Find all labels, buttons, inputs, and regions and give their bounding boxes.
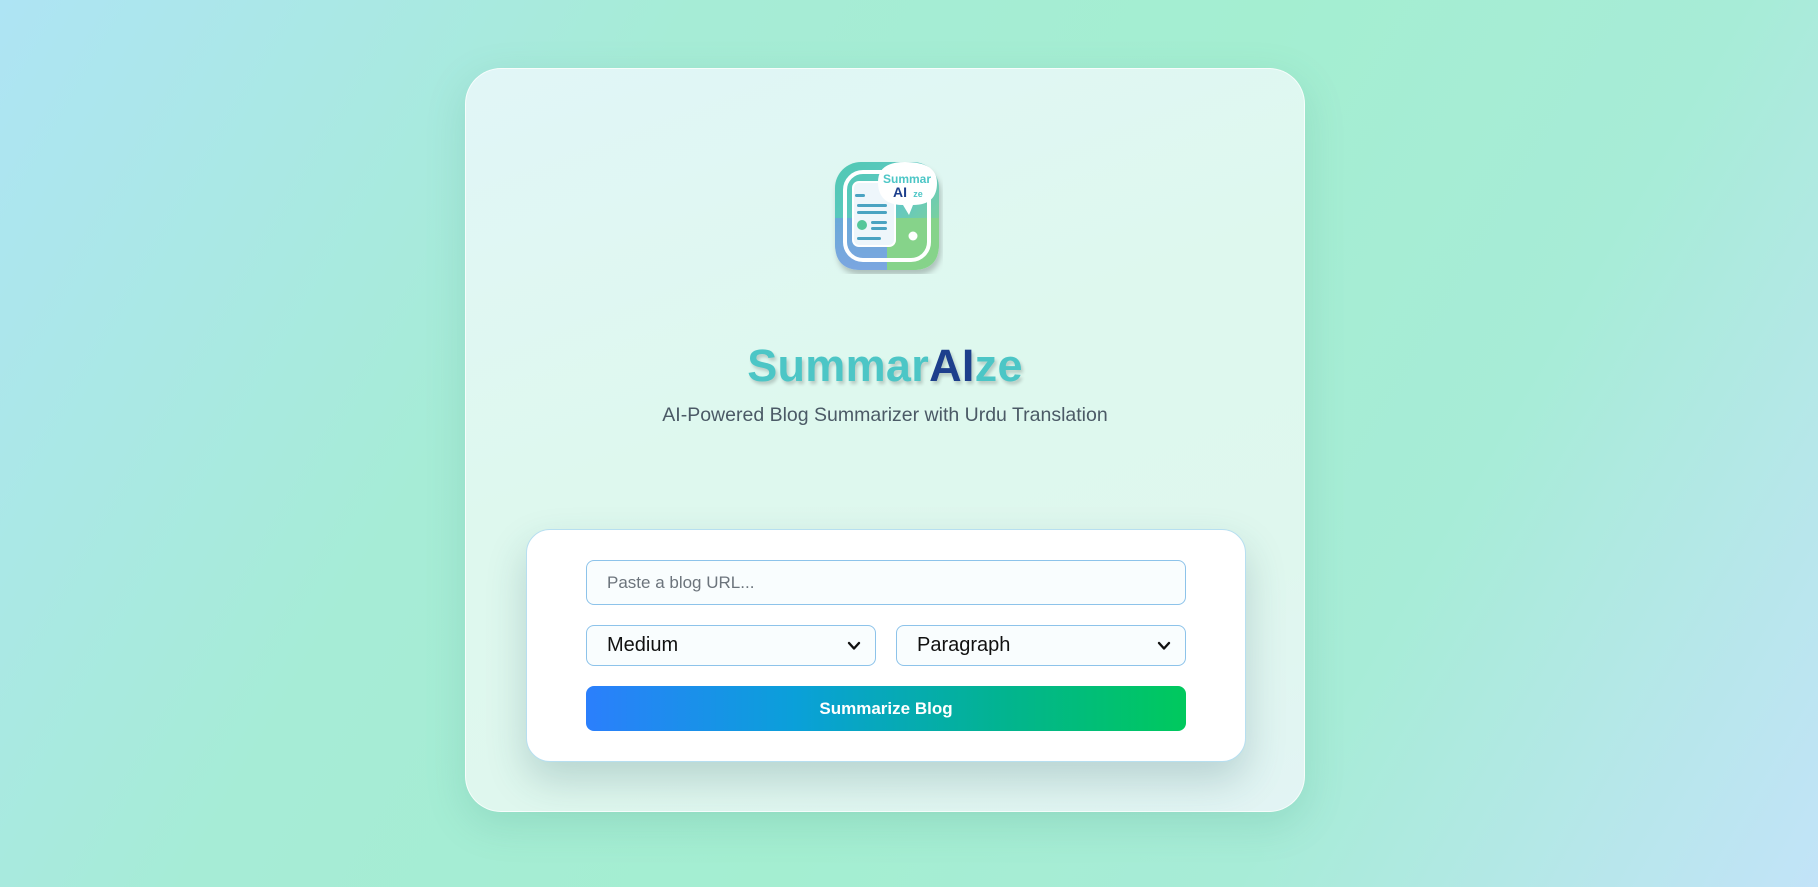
- main-card: Summar AI ze SummarAIze AI-Powered Blog …: [465, 68, 1305, 812]
- title-part-summar: Summar: [747, 340, 930, 391]
- logo-badge-ze: ze: [913, 189, 923, 199]
- app-logo-icon: Summar AI ze: [831, 158, 943, 274]
- chevron-down-icon: [847, 641, 861, 650]
- app-title: SummarAIze: [466, 340, 1304, 392]
- title-part-ai: AI: [929, 340, 975, 391]
- logo-badge-ai: AI: [893, 184, 907, 200]
- summary-length-value: Medium: [607, 634, 679, 656]
- summary-length-select[interactable]: Medium: [586, 625, 876, 666]
- summary-format-select[interactable]: Paragraph: [896, 625, 1186, 666]
- blog-url-input[interactable]: [586, 560, 1186, 605]
- chevron-down-icon: [1157, 641, 1171, 650]
- summarize-blog-button[interactable]: Summarize Blog: [586, 686, 1186, 731]
- app-subtitle: AI-Powered Blog Summarizer with Urdu Tra…: [662, 404, 1108, 426]
- logo-badge-line1: Summar: [883, 172, 931, 186]
- title-part-ze: ze: [974, 340, 1023, 391]
- summarize-form: Medium Paragraph Summarize Blog: [526, 529, 1246, 762]
- summary-format-value: Paragraph: [917, 634, 1011, 656]
